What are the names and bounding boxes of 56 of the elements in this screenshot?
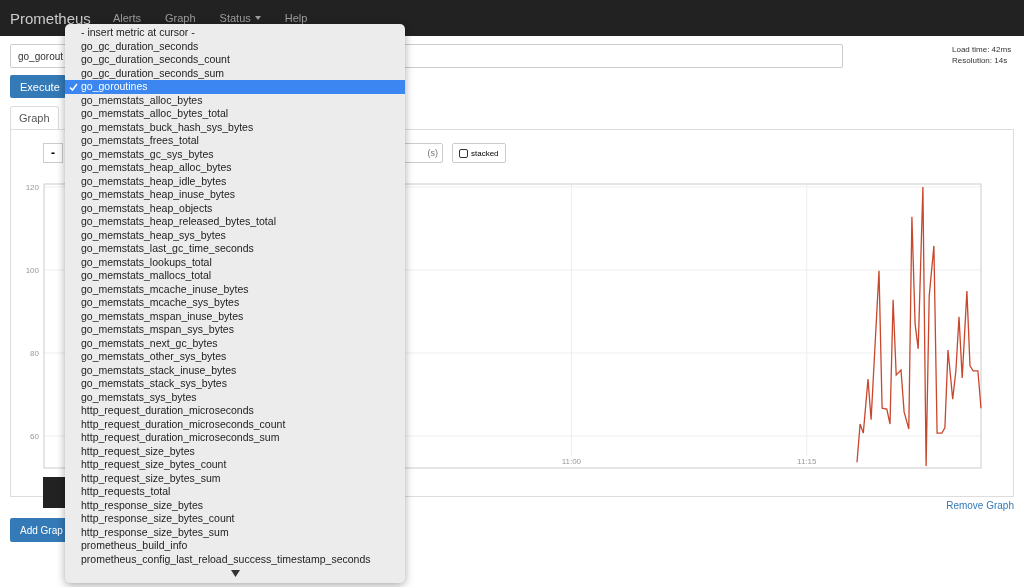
metric-option[interactable]: - insert metric at cursor - (65, 26, 405, 40)
metric-option[interactable]: go_memstats_next_gc_bytes (65, 336, 405, 350)
metric-option[interactable]: go_memstats_heap_idle_bytes (65, 174, 405, 188)
metric-option[interactable]: go_memstats_heap_inuse_bytes (65, 188, 405, 202)
metric-option[interactable]: go_memstats_buck_hash_sys_bytes (65, 120, 405, 134)
metric-option[interactable]: go_gc_duration_seconds_count (65, 53, 405, 67)
metric-option[interactable]: go_gc_duration_seconds_sum (65, 66, 405, 80)
y-tick-label: 100 (25, 265, 39, 275)
stacked-toggle[interactable]: stacked (452, 143, 506, 163)
range-decrease-button[interactable]: - (43, 143, 63, 163)
metric-option[interactable]: go_memstats_mspan_sys_bytes (65, 323, 405, 337)
metric-option[interactable]: go_memstats_mallocs_total (65, 269, 405, 283)
metric-option[interactable]: go_memstats_sys_bytes (65, 390, 405, 404)
metric-option[interactable]: go_memstats_heap_released_bytes_total (65, 215, 405, 229)
metric-option[interactable]: go_memstats_stack_sys_bytes (65, 377, 405, 391)
metric-option[interactable]: go_memstats_heap_objects (65, 201, 405, 215)
metric-option[interactable]: prometheus_config_last_reload_success_timestamp_seconds (65, 552, 405, 566)
metric-option[interactable]: http_request_duration_microseconds_count (65, 417, 405, 431)
metric-option[interactable]: go_memstats_stack_inuse_bytes (65, 363, 405, 377)
metric-option[interactable]: go_memstats_heap_sys_bytes (65, 228, 405, 242)
y-tick-label: 120 (25, 182, 39, 192)
metric-option[interactable]: http_request_size_bytes (65, 444, 405, 458)
metric-option[interactable]: go_memstats_mcache_sys_bytes (65, 296, 405, 310)
check-icon (69, 83, 78, 91)
metric-option[interactable]: go_memstats_mspan_inuse_bytes (65, 309, 405, 323)
metric-option[interactable]: http_requests_total (65, 485, 405, 499)
metric-option[interactable]: http_request_size_bytes_count (65, 458, 405, 472)
caret-icon (254, 16, 261, 20)
metric-option[interactable]: go_memstats_alloc_bytes_total (65, 107, 405, 121)
stat-text: Resolution: 14s (952, 55, 1009, 66)
metric-option[interactable]: http_response_size_bytes (65, 498, 405, 512)
metric-option[interactable]: go_memstats_heap_alloc_bytes (65, 161, 405, 175)
metric-option[interactable]: go_memstats_alloc_bytes (65, 93, 405, 107)
metric-option[interactable]: go_goroutines (65, 80, 405, 94)
nav-link[interactable]: Help (284, 12, 308, 24)
y-tick-label: 80 (30, 349, 39, 358)
brand-link[interactable]: Prometheus (10, 9, 91, 27)
metric-option[interactable]: http_request_duration_microseconds_sum (65, 431, 405, 445)
tab[interactable]: Graph (10, 106, 59, 130)
scroll-down-icon[interactable] (231, 570, 240, 577)
x-tick-label: 11:15 (797, 457, 817, 466)
metric-option[interactable]: prometheus_build_info (65, 539, 405, 553)
nav-link[interactable]: Alerts (112, 12, 141, 24)
metric-option[interactable]: go_memstats_other_sys_bytes (65, 350, 405, 364)
metric-option[interactable]: http_request_duration_microseconds (65, 404, 405, 418)
stat-text: Load time: 42ms (952, 44, 1013, 55)
metric-option[interactable]: go_memstats_lookups_total (65, 255, 405, 269)
remove-graph-link[interactable]: Remove Graph (946, 500, 1014, 511)
metric-option[interactable]: go_memstats_mcache_inuse_bytes (65, 282, 405, 296)
nav-link[interactable]: Status (219, 12, 261, 24)
nav-link[interactable]: Graph (165, 12, 196, 24)
metric-option[interactable]: go_memstats_last_gc_time_seconds (65, 242, 405, 256)
metric-option[interactable]: http_request_size_bytes_sum (65, 471, 405, 485)
x-tick-label: 11:00 (561, 457, 582, 466)
y-tick-label: 60 (30, 432, 39, 442)
execute-button[interactable]: Execute (10, 75, 66, 98)
